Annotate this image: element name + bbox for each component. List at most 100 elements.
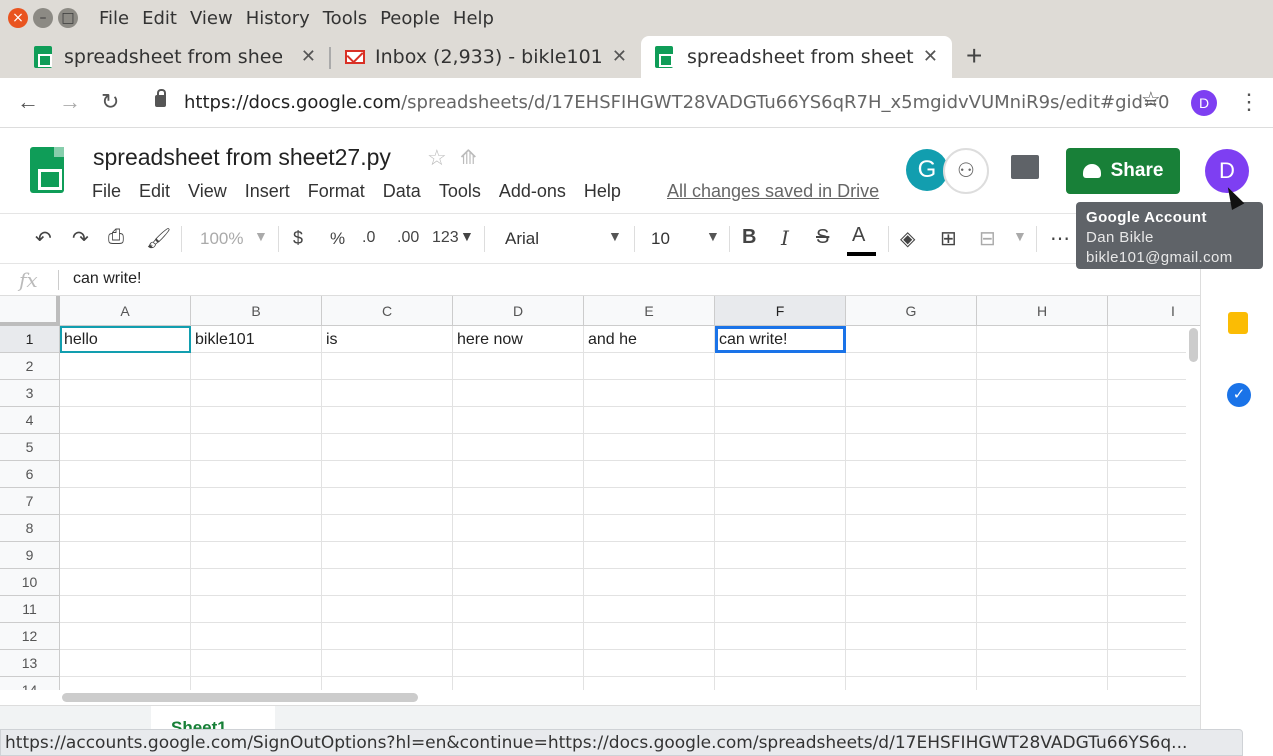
cell-g9[interactable] [846, 542, 977, 569]
undo-icon[interactable]: ↶ [35, 226, 52, 251]
decrease-decimal-button[interactable]: .0 [362, 229, 375, 247]
font-select[interactable]: Arial [505, 229, 539, 249]
cell-g5[interactable] [846, 434, 977, 461]
row-header-4[interactable]: 4 [0, 407, 60, 434]
menu-help[interactable]: Help [453, 8, 494, 29]
text-color-button[interactable]: A [852, 224, 865, 247]
cell-h10[interactable] [977, 569, 1108, 596]
docs-menu-help[interactable]: Help [584, 181, 621, 202]
menu-view[interactable]: View [190, 8, 233, 29]
docs-menu-insert[interactable]: Insert [245, 181, 290, 202]
cell-b9[interactable] [191, 542, 322, 569]
back-arrow-icon[interactable]: ← [17, 89, 39, 115]
docs-menu-format[interactable]: Format [308, 181, 365, 202]
cell-a8[interactable] [60, 515, 191, 542]
column-header-g[interactable]: G [846, 296, 977, 326]
chevron-down-icon[interactable]: ▼ [460, 228, 474, 244]
reload-icon[interactable]: ↻ [101, 89, 119, 115]
cell-g3[interactable] [846, 380, 977, 407]
tab-gmail-inbox[interactable]: Inbox (2,933) - bikle101@ ✕ [331, 36, 641, 78]
anonymous-viewer-icon[interactable]: ⚇ [943, 148, 989, 194]
menu-file[interactable]: File [99, 8, 129, 29]
cell-d1[interactable]: here now [453, 326, 584, 353]
cell-b7[interactable] [191, 488, 322, 515]
cell-a6[interactable] [60, 461, 191, 488]
cell-c2[interactable] [322, 353, 453, 380]
cell-a2[interactable] [60, 353, 191, 380]
chevron-down-icon[interactable]: ▼ [608, 228, 622, 244]
cell-d8[interactable] [453, 515, 584, 542]
cell-b2[interactable] [191, 353, 322, 380]
font-size-select[interactable]: 10 [651, 229, 670, 249]
cell-d4[interactable] [453, 407, 584, 434]
cell-c5[interactable] [322, 434, 453, 461]
browser-menu-icon[interactable]: ⋮ [1238, 89, 1260, 115]
cell-c3[interactable] [322, 380, 453, 407]
column-header-e[interactable]: E [584, 296, 715, 326]
docs-menu-addons[interactable]: Add-ons [499, 181, 566, 202]
cell-c7[interactable] [322, 488, 453, 515]
formula-input[interactable]: can write! [73, 270, 141, 288]
cell-d10[interactable] [453, 569, 584, 596]
cell-f2[interactable] [715, 353, 846, 380]
cell-h7[interactable] [977, 488, 1108, 515]
cell-g12[interactable] [846, 623, 977, 650]
row-header-10[interactable]: 10 [0, 569, 60, 596]
window-minimize-button[interactable]: – [33, 8, 53, 28]
currency-format-button[interactable]: $ [293, 228, 303, 249]
cell-f6[interactable] [715, 461, 846, 488]
column-header-h[interactable]: H [977, 296, 1108, 326]
row-header-5[interactable]: 5 [0, 434, 60, 461]
print-icon[interactable]: ⎙ [108, 226, 124, 249]
docs-menu-edit[interactable]: Edit [139, 181, 170, 202]
cell-f10[interactable] [715, 569, 846, 596]
column-header-d[interactable]: D [453, 296, 584, 326]
bold-button[interactable]: B [742, 226, 756, 249]
cell-c10[interactable] [322, 569, 453, 596]
zoom-select[interactable]: 100% [200, 229, 243, 249]
menu-tools[interactable]: Tools [323, 8, 367, 29]
keep-icon[interactable] [1228, 312, 1248, 334]
browser-profile-avatar[interactable]: D [1191, 90, 1217, 116]
borders-icon[interactable]: ⊞ [940, 226, 957, 251]
more-options-icon[interactable]: ⋯ [1050, 226, 1070, 251]
row-header-12[interactable]: 12 [0, 623, 60, 650]
cell-g8[interactable] [846, 515, 977, 542]
cell-b10[interactable] [191, 569, 322, 596]
cell-e6[interactable] [584, 461, 715, 488]
column-header-b[interactable]: B [191, 296, 322, 326]
cell-g6[interactable] [846, 461, 977, 488]
cell-a11[interactable] [60, 596, 191, 623]
column-header-a[interactable]: A [60, 296, 191, 326]
row-header-2[interactable]: 2 [0, 353, 60, 380]
close-icon[interactable]: ✕ [923, 46, 938, 67]
select-all-corner[interactable] [0, 296, 60, 326]
horizontal-scroll-thumb[interactable] [62, 693, 418, 702]
cell-g10[interactable] [846, 569, 977, 596]
menu-people[interactable]: People [380, 8, 440, 29]
bookmark-star-icon[interactable]: ☆ [1141, 87, 1161, 113]
cell-h8[interactable] [977, 515, 1108, 542]
more-formats-button[interactable]: 123 [432, 229, 459, 247]
cell-h5[interactable] [977, 434, 1108, 461]
cell-d2[interactable] [453, 353, 584, 380]
window-maximize-button[interactable]: □ [58, 8, 78, 28]
cell-b14[interactable] [191, 677, 322, 690]
chevron-down-icon[interactable]: ▼ [254, 228, 268, 244]
cell-g11[interactable] [846, 596, 977, 623]
cell-f4[interactable] [715, 407, 846, 434]
docs-menu-view[interactable]: View [188, 181, 227, 202]
cell-b1[interactable]: bikle101 [191, 326, 322, 353]
row-header-14[interactable]: 14 [0, 677, 60, 690]
forward-arrow-icon[interactable]: → [59, 89, 81, 115]
merge-cells-icon[interactable]: ⊟ [979, 226, 996, 251]
cell-f11[interactable] [715, 596, 846, 623]
cell-e7[interactable] [584, 488, 715, 515]
docs-menu-data[interactable]: Data [383, 181, 421, 202]
cell-f5[interactable] [715, 434, 846, 461]
row-header-1[interactable]: 1 [0, 326, 60, 353]
cell-g14[interactable] [846, 677, 977, 690]
cell-c13[interactable] [322, 650, 453, 677]
cell-e3[interactable] [584, 380, 715, 407]
new-tab-plus-icon[interactable]: + [966, 40, 982, 72]
